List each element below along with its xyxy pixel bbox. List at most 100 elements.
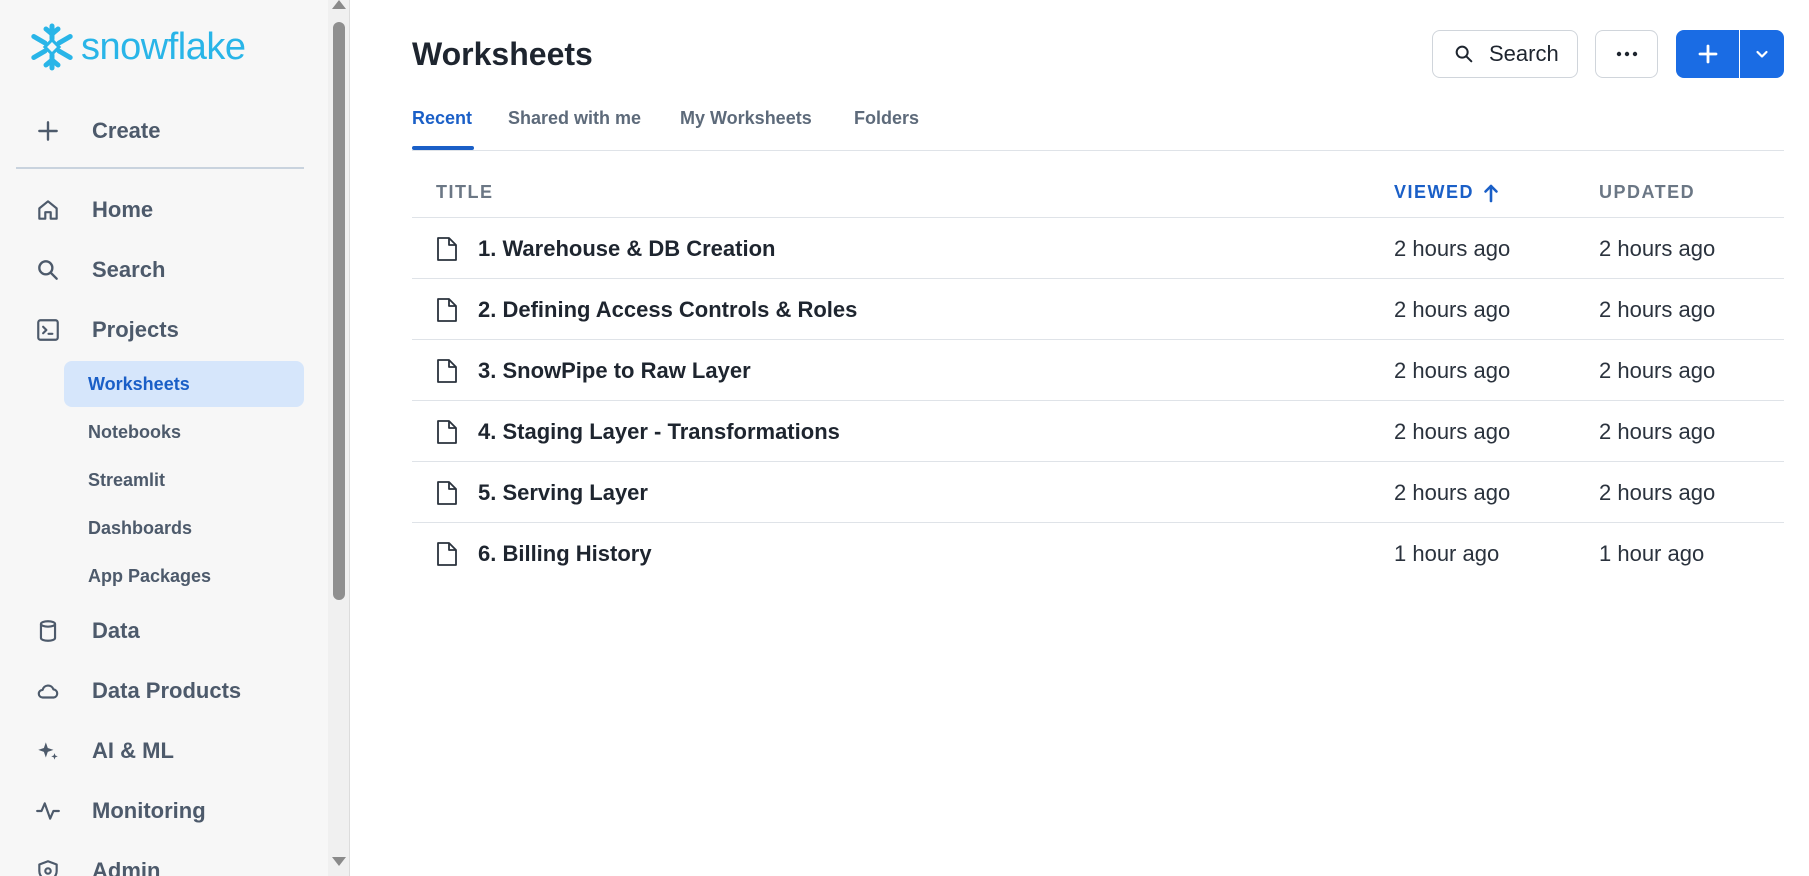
sidebar-item-ai-ml[interactable]: AI & ML: [16, 725, 304, 777]
table-row[interactable]: 3. SnowPipe to Raw Layer 2 hours ago 2 h…: [412, 340, 1784, 401]
viewed-time: 1 hour ago: [1394, 541, 1500, 566]
tabs-divider: [412, 150, 1784, 151]
search-button-label: Search: [1489, 41, 1559, 66]
updated-time: 2 hours ago: [1599, 358, 1716, 383]
viewed-time: 2 hours ago: [1394, 358, 1511, 383]
sidebar-item-label: Worksheets: [88, 373, 190, 394]
updated-time: 2 hours ago: [1599, 236, 1716, 261]
worksheet-title[interactable]: 1. Warehouse & DB Creation: [478, 236, 775, 262]
sidebar-item-streamlit[interactable]: Streamlit: [64, 457, 304, 503]
worksheet-title[interactable]: 6. Billing History: [478, 541, 652, 567]
snowflake-logo[interactable]: snowflake: [27, 22, 246, 72]
scroll-down-arrow-icon[interactable]: [332, 857, 346, 866]
file-icon: [437, 298, 457, 322]
sidebar-item-label: Data Products: [92, 678, 242, 703]
sidebar-item-label: Home: [92, 197, 154, 222]
tab-my-worksheets[interactable]: My Worksheets: [680, 108, 812, 152]
shield-icon: [22, 858, 74, 876]
column-header-label: TITLE: [436, 182, 494, 202]
sidebar-item-app-packages[interactable]: App Packages: [64, 553, 304, 599]
sidebar-item-notebooks[interactable]: Notebooks: [64, 409, 304, 455]
more-options-button[interactable]: [1595, 30, 1658, 78]
sidebar-item-label: Data: [92, 618, 140, 643]
home-icon: [22, 197, 74, 223]
terminal-icon: [22, 317, 74, 343]
column-header-updated[interactable]: UPDATED: [1599, 182, 1695, 203]
tab-label: Folders: [854, 108, 920, 128]
database-icon: [22, 618, 74, 644]
column-header-label: VIEWED: [1394, 182, 1475, 202]
sidebar-divider: [16, 167, 304, 169]
viewed-time: 2 hours ago: [1394, 480, 1511, 505]
table-row[interactable]: 4. Staging Layer - Transformations 2 hou…: [412, 401, 1784, 462]
sidebar-item-data[interactable]: Data: [16, 605, 304, 657]
sidebar-item-projects[interactable]: Projects: [16, 304, 304, 356]
tab-recent[interactable]: Recent: [412, 108, 474, 152]
sidebar-item-label: App Packages: [88, 565, 212, 586]
search-icon: [1455, 45, 1473, 63]
sidebar-item-label: Notebooks: [88, 421, 182, 442]
table-row[interactable]: 2. Defining Access Controls & Roles 2 ho…: [412, 279, 1784, 340]
viewed-time: 2 hours ago: [1394, 236, 1511, 261]
file-icon: [437, 359, 457, 383]
viewed-time: 2 hours ago: [1394, 297, 1511, 322]
chevron-down-icon: [1756, 50, 1768, 58]
file-icon: [437, 420, 457, 444]
sidebar-item-monitoring[interactable]: Monitoring: [16, 785, 304, 837]
sidebar-item-search[interactable]: Search: [16, 244, 304, 296]
search-button[interactable]: Search: [1432, 30, 1578, 78]
page-title: Worksheets: [412, 36, 593, 72]
sidebar-item-label: Projects: [92, 317, 179, 342]
column-header-label: UPDATED: [1599, 182, 1696, 202]
sidebar-item-worksheets[interactable]: Worksheets: [64, 361, 304, 407]
sidebar-item-dashboards[interactable]: Dashboards: [64, 505, 304, 551]
sidebar-item-label: Monitoring: [92, 798, 206, 823]
create-button[interactable]: Create: [16, 105, 304, 157]
scrollbar-thumb[interactable]: [333, 22, 345, 600]
updated-time: 2 hours ago: [1599, 480, 1716, 505]
add-worksheet-button[interactable]: [1676, 30, 1739, 78]
add-options-dropdown-button[interactable]: [1740, 30, 1784, 78]
worksheet-title[interactable]: 4. Staging Layer - Transformations: [478, 419, 840, 445]
file-icon: [437, 542, 457, 566]
updated-time: 1 hour ago: [1599, 541, 1705, 566]
activity-icon: [22, 798, 74, 824]
more-horizontal-icon: [1616, 51, 1637, 57]
updated-time: 2 hours ago: [1599, 419, 1716, 444]
tab-folders[interactable]: Folders: [854, 108, 919, 152]
column-header-viewed[interactable]: VIEWED: [1394, 182, 1500, 203]
snowflake-logo-icon: [31, 23, 73, 71]
sidebar-item-label: Search: [92, 257, 166, 282]
sparkle-icon: [22, 738, 74, 764]
sidebar-item-data-products[interactable]: Data Products: [16, 665, 304, 717]
sidebar-item-label: Dashboards: [88, 517, 193, 538]
create-label: Create: [92, 118, 161, 143]
arrow-up-icon: [1484, 184, 1498, 202]
sidebar-item-label: Streamlit: [88, 469, 166, 490]
table-row[interactable]: 1. Warehouse & DB Creation 2 hours ago 2…: [412, 218, 1784, 279]
cloud-icon: [22, 678, 74, 704]
sidebar-item-admin[interactable]: Admin: [16, 845, 304, 876]
scroll-up-arrow-icon[interactable]: [332, 0, 346, 9]
updated-time: 2 hours ago: [1599, 297, 1716, 322]
sidebar-item-home[interactable]: Home: [16, 184, 304, 236]
sidebar: snowflake Create Home Search Projects Wo…: [0, 0, 328, 876]
plus-icon: [22, 118, 74, 144]
search-icon: [22, 257, 74, 283]
sidebar-item-label: Admin: [92, 858, 161, 876]
sidebar-item-label: AI & ML: [92, 738, 174, 763]
plus-icon: [1698, 44, 1717, 64]
tab-label: Recent: [412, 108, 473, 128]
column-header-title[interactable]: TITLE: [436, 182, 494, 203]
table-row[interactable]: 5. Serving Layer 2 hours ago 2 hours ago: [412, 462, 1784, 523]
tab-shared-with-me[interactable]: Shared with me: [508, 108, 641, 152]
worksheet-title[interactable]: 3. SnowPipe to Raw Layer: [478, 358, 751, 384]
viewed-time: 2 hours ago: [1394, 419, 1511, 444]
table-row[interactable]: 6. Billing History 1 hour ago 1 hour ago: [412, 523, 1784, 584]
worksheet-title[interactable]: 2. Defining Access Controls & Roles: [478, 297, 857, 323]
brand-name: snowflake: [81, 25, 246, 68]
sidebar-scrollbar[interactable]: [328, 0, 350, 876]
worksheet-title[interactable]: 5. Serving Layer: [478, 480, 648, 506]
tab-label: My Worksheets: [680, 108, 812, 128]
file-icon: [437, 481, 457, 505]
